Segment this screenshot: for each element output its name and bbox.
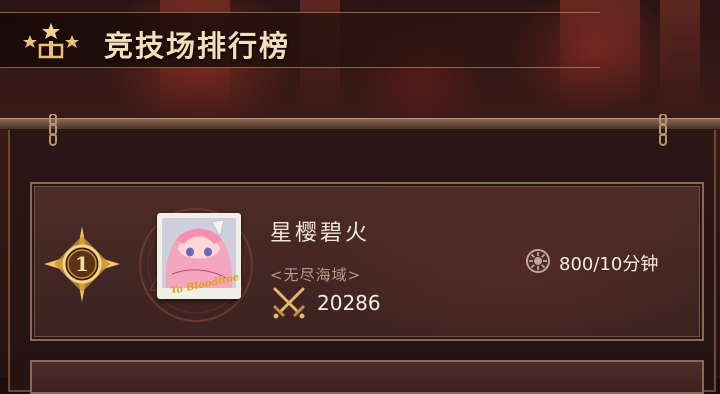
svg-text:To Bloodline: To Bloodline	[169, 272, 240, 293]
avatar-signature: To Bloodline	[169, 272, 240, 293]
stars-podium-icon	[23, 23, 79, 59]
rank-number: 1	[75, 252, 89, 276]
player-guild: <无尽海域>	[270, 266, 362, 284]
combat-power-value: 20286	[317, 291, 381, 315]
ranking-row[interactable]	[30, 360, 704, 394]
player-avatar[interactable]: To Bloodline	[157, 213, 241, 299]
crossed-swords-icon	[273, 287, 305, 319]
player-name: 星樱碧火	[270, 221, 371, 246]
leaderboard-header: 竞技场排行榜	[0, 12, 600, 68]
chain-ornament	[659, 114, 667, 146]
chain-ornament	[49, 114, 57, 146]
panel-top-rail	[0, 118, 720, 130]
rank-badge: 1	[44, 226, 120, 302]
sun-emblem-icon	[526, 249, 550, 273]
page-title: 竞技场排行榜	[104, 29, 291, 63]
reward-rate-value: 800/10分钟	[559, 254, 659, 275]
